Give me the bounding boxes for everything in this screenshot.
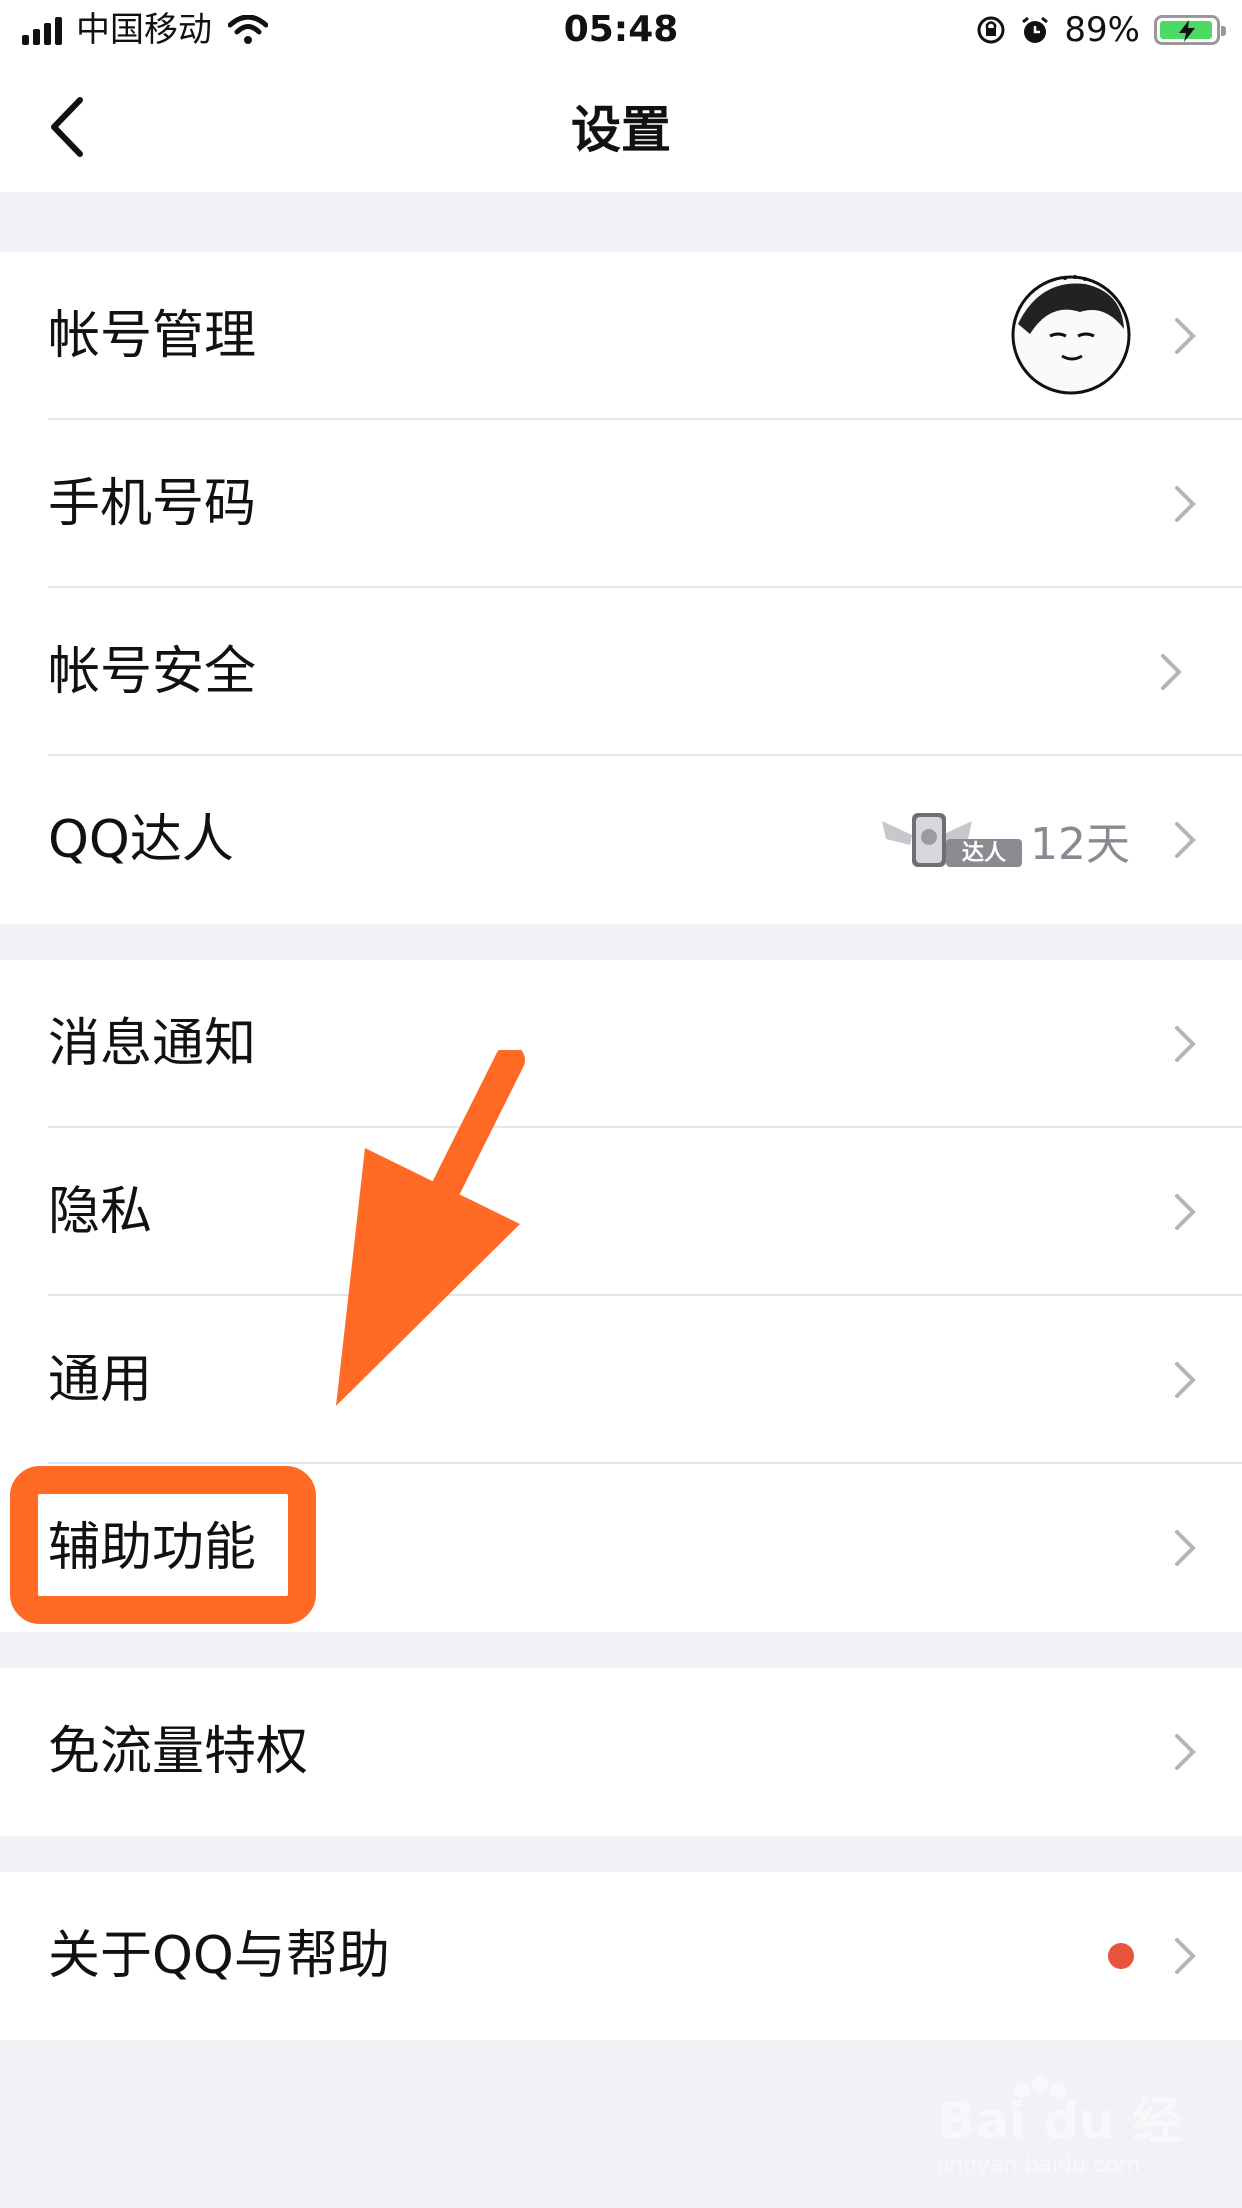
chevron-right-icon — [1175, 318, 1196, 354]
row-label: 隐私 — [48, 1182, 153, 1242]
row-label: 帐号安全 — [48, 642, 257, 702]
chevron-right-icon — [1161, 654, 1182, 690]
status-right: 89% — [976, 10, 1226, 50]
row-label: 免流量特权 — [48, 1722, 309, 1782]
row-about-qq-help[interactable]: 关于QQ与帮助 — [0, 1872, 1242, 2040]
baidu-jingyan-watermark: Bai du 经验 jingyan.baidu.com — [936, 2076, 1182, 2178]
row-label: 帐号管理 — [48, 306, 257, 366]
account-group: 帐号管理 手机号码 帐号安全 QQ达人 达人 12天 — [0, 252, 1242, 924]
row-label: QQ达人 — [48, 810, 234, 870]
row-label: 消息通知 — [48, 1014, 257, 1074]
chevron-right-icon — [1175, 1026, 1196, 1062]
row-phone-number[interactable]: 手机号码 — [0, 420, 1242, 588]
avatar — [1010, 274, 1132, 396]
chevron-right-icon — [1175, 1938, 1196, 1974]
row-data-free-privilege[interactable]: 免流量特权 — [0, 1668, 1242, 1836]
rotation-lock-icon — [977, 16, 1005, 44]
battery-percent: 89% — [1064, 10, 1140, 50]
row-label: 手机号码 — [48, 474, 257, 534]
about-group: 关于QQ与帮助 — [0, 1872, 1242, 2040]
notification-dot — [1108, 1943, 1134, 1969]
chevron-right-icon — [1175, 822, 1196, 858]
row-label: 通用 — [48, 1350, 153, 1410]
row-label: 关于QQ与帮助 — [48, 1926, 390, 1986]
chevron-right-icon — [1175, 1362, 1196, 1398]
row-qq-talent[interactable]: QQ达人 达人 12天 — [0, 756, 1242, 924]
talent-badge-text: 达人 — [962, 841, 1006, 866]
data-free-group: 免流量特权 — [0, 1668, 1242, 1836]
annotation-arrow-icon — [336, 1050, 525, 1406]
alarm-icon — [1022, 16, 1049, 43]
row-privacy[interactable]: 隐私 — [0, 1128, 1242, 1296]
chevron-right-icon — [1175, 486, 1196, 522]
talent-badge-icon: 达人 — [882, 813, 1022, 867]
talent-days: 12天 — [1030, 819, 1130, 870]
watermark-brand: Bai du 经验 — [937, 2092, 1182, 2150]
row-account-management[interactable]: 帐号管理 — [0, 252, 1242, 420]
row-message-notifications[interactable]: 消息通知 — [0, 960, 1242, 1128]
status-bar: 中国移动 05:48 89% — [0, 0, 1242, 62]
annotation-highlight-box — [10, 1466, 316, 1624]
chevron-right-icon — [1175, 1194, 1196, 1230]
chevron-right-icon — [1175, 1530, 1196, 1566]
page-title: 设置 — [571, 101, 671, 159]
battery-icon — [1154, 15, 1226, 45]
chevron-right-icon — [1175, 1734, 1196, 1770]
row-account-security[interactable]: 帐号安全 — [0, 588, 1242, 756]
watermark-url: jingyan.baidu.com — [936, 2153, 1140, 2178]
row-general[interactable]: 通用 — [0, 1296, 1242, 1464]
nav-bar: 设置 — [0, 62, 1242, 192]
